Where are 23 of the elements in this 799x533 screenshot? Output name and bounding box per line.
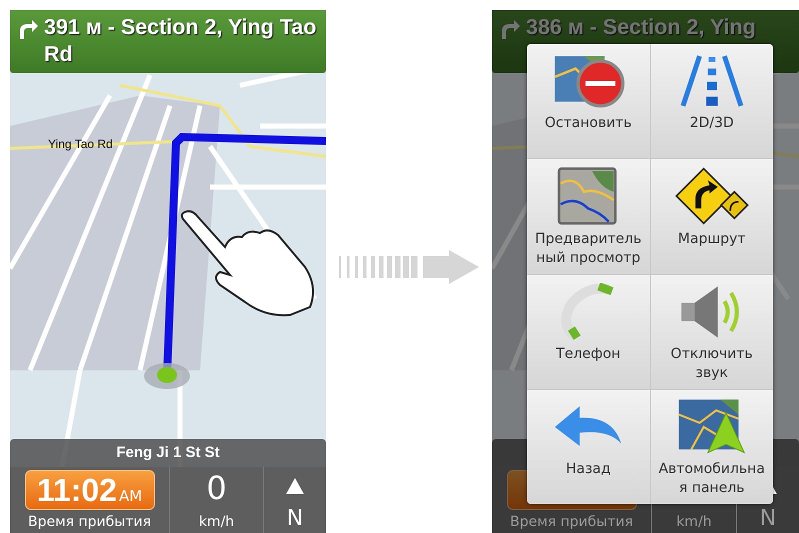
menu-item[interactable]: Предваритель ный просмотр xyxy=(527,159,650,274)
menu-item[interactable]: Телефон xyxy=(527,274,650,389)
menu-item[interactable]: Назад xyxy=(527,390,650,504)
menu-item[interactable]: Остановить xyxy=(527,44,650,158)
location-marker-icon xyxy=(142,361,192,391)
menu-item[interactable]: Отключить звук xyxy=(650,274,773,389)
street-name: Feng Ji 1 St St xyxy=(10,439,326,467)
speed-unit: km/h xyxy=(198,513,234,531)
right-arrow-icon xyxy=(339,250,479,284)
heading-label: N xyxy=(286,506,304,531)
direction-text: 386 м - Section 2, Ying xyxy=(526,14,756,41)
menu-item[interactable]: Маршрут xyxy=(650,159,773,274)
road-label: Ying Tao Rd xyxy=(48,137,113,151)
heading-label: N xyxy=(760,506,776,531)
arrival-time-label: Время прибытия xyxy=(28,513,152,531)
north-arrow-icon xyxy=(286,478,304,494)
menu-item[interactable]: 2D/3D xyxy=(650,44,773,158)
direction-text: 391 м - Section 2, Ying Tao Rd xyxy=(44,14,318,68)
menu-item[interactable]: Автомобильна я панель xyxy=(650,390,773,504)
speed-value: 0 xyxy=(206,470,227,506)
arrival-time-label: Время прибытия xyxy=(510,513,634,531)
speed-unit: km/h xyxy=(676,513,712,531)
arrival-time-badge: 11:02AM xyxy=(24,470,154,510)
